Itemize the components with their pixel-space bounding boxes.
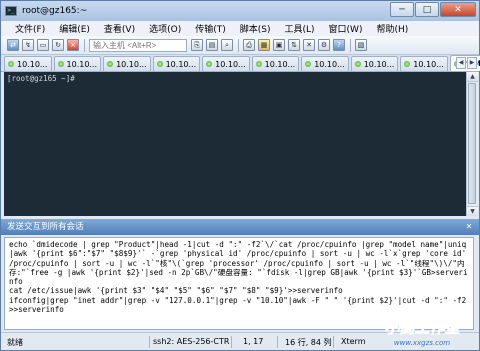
tab-label: 10.10... bbox=[165, 59, 197, 69]
terminal-scrollbar[interactable]: ▲ ▼ bbox=[466, 72, 478, 216]
watermark-title: 小高工作室 bbox=[384, 319, 462, 337]
session-tab[interactable]: 10.10... bbox=[400, 56, 448, 71]
status-size: 16 行, 84 列 bbox=[285, 338, 332, 347]
app-window: >_ root@gz165:~ ─ □ ✕ 文件(F) 编辑(E) 查看(V) … bbox=[0, 0, 480, 351]
session-tab[interactable]: 10.10... bbox=[53, 56, 102, 71]
status-dot-icon bbox=[255, 61, 262, 67]
print-icon[interactable]: ⎙ bbox=[243, 39, 255, 51]
session-tab[interactable]: 10.10... bbox=[202, 56, 250, 71]
tab-label: 10.10... bbox=[314, 59, 345, 69]
menu-transfer[interactable]: 传输(T) bbox=[195, 22, 226, 35]
menu-help[interactable]: 帮助(H) bbox=[376, 22, 408, 35]
copy-icon[interactable]: ⎘ bbox=[191, 39, 203, 51]
toolbar-separator bbox=[238, 38, 239, 52]
scroll-down-icon[interactable]: ▼ bbox=[467, 206, 478, 216]
watermark-logo: 小高工作室 www.xxgzs.com bbox=[384, 319, 463, 347]
session-tab-bar: 10.10... 10.10... 10.10... 10.10... 10.1… bbox=[1, 55, 480, 72]
session-tab[interactable]: 10.10... bbox=[251, 56, 300, 71]
toolbar-separator bbox=[350, 38, 351, 52]
shell-prompt: [root@gz165 ~]# bbox=[7, 74, 75, 83]
tab-scroll-right-icon[interactable]: ▶ bbox=[467, 57, 477, 69]
menu-file[interactable]: 文件(F) bbox=[15, 22, 45, 35]
global-options-icon[interactable]: ▣ bbox=[273, 39, 285, 51]
scrollbar-thumb[interactable] bbox=[468, 83, 476, 204]
status-separator bbox=[231, 336, 232, 348]
menu-tools[interactable]: 工具(L) bbox=[285, 22, 315, 35]
menu-window[interactable]: 窗口(W) bbox=[329, 22, 363, 35]
connect-tab-icon[interactable]: ▭ bbox=[37, 39, 49, 51]
tab-label: 10.10... bbox=[116, 59, 147, 69]
tab-scroll-buttons: ◀ ▶ bbox=[456, 57, 477, 69]
status-cursor-position: 1, 17 bbox=[243, 337, 264, 346]
compose-bar-header: 发送交互到所有会话 ✕ bbox=[1, 219, 479, 235]
tab-scroll-left-icon[interactable]: ◀ bbox=[456, 57, 466, 69]
host-input[interactable] bbox=[89, 38, 187, 52]
tab-label: 10.10... bbox=[413, 59, 444, 69]
quick-connect-icon[interactable]: ↯ bbox=[22, 39, 34, 51]
status-dot-icon bbox=[354, 61, 361, 67]
session-tab[interactable]: 10.10... bbox=[350, 56, 399, 71]
window-controls: ─ □ ✕ bbox=[390, 2, 476, 17]
status-terminal-type: Xterm bbox=[341, 337, 366, 346]
status-cipher: ssh2: AES-256-CTR bbox=[153, 337, 230, 346]
window-title: root@gz165:~ bbox=[22, 6, 88, 16]
toolbar-separator bbox=[84, 38, 85, 52]
status-separator bbox=[149, 336, 150, 348]
menu-edit[interactable]: 编辑(E) bbox=[59, 22, 90, 35]
close-button[interactable]: ✕ bbox=[440, 2, 476, 17]
settings-icon[interactable]: ⚙ bbox=[318, 39, 330, 51]
menu-view[interactable]: 查看(V) bbox=[104, 22, 135, 35]
status-dot-icon bbox=[404, 61, 411, 67]
sftp-icon[interactable]: ⇅ bbox=[288, 39, 300, 51]
tab-label: 10.10... bbox=[66, 59, 98, 69]
tab-label: 10.10... bbox=[215, 59, 246, 69]
session-tab[interactable]: 10.10... bbox=[152, 56, 201, 71]
status-separator bbox=[333, 336, 334, 348]
minimize-button[interactable]: ─ bbox=[390, 2, 414, 17]
keymap-icon[interactable]: ▧ bbox=[355, 39, 367, 51]
paste-icon[interactable]: ▤ bbox=[206, 39, 218, 51]
status-dot-icon bbox=[156, 61, 163, 67]
status-dot-icon bbox=[206, 61, 213, 67]
status-separator bbox=[277, 336, 278, 348]
status-dot-icon bbox=[8, 61, 14, 67]
session-options-icon[interactable]: ▦ bbox=[258, 39, 270, 51]
terminal-app-icon: >_ bbox=[5, 6, 17, 16]
find-icon[interactable]: ⌕ bbox=[221, 39, 233, 51]
scroll-up-icon[interactable]: ▲ bbox=[467, 72, 478, 82]
disconnect-icon[interactable]: × bbox=[67, 39, 79, 51]
tab-label: 10.10... bbox=[17, 59, 48, 69]
close-icon[interactable]: ✕ bbox=[464, 222, 474, 232]
tab-label: 10.10... bbox=[363, 59, 395, 69]
tools-icon[interactable]: ✕ bbox=[303, 39, 315, 51]
menu-script[interactable]: 脚本(S) bbox=[240, 22, 271, 35]
reconnect-icon[interactable]: ↻ bbox=[52, 39, 64, 51]
title-bar: >_ root@gz165:~ ─ □ ✕ bbox=[1, 1, 479, 21]
session-tab[interactable]: 10.10... bbox=[103, 56, 151, 71]
compose-bar-title: 发送交互到所有会话 bbox=[7, 222, 84, 232]
connect-icon[interactable]: ⇄ bbox=[7, 39, 19, 51]
status-ready: 就绪 bbox=[7, 338, 23, 347]
session-tab[interactable]: 10.10... bbox=[4, 56, 52, 71]
toolbar: ⇄ ↯ ▭ ↻ × ⎘ ▤ ⌕ ⎙ ▦ ▣ ⇅ ✕ ⚙ ? ▧ bbox=[1, 36, 479, 55]
tab-label: 10.10... bbox=[264, 59, 296, 69]
status-dot-icon bbox=[107, 61, 114, 67]
terminal-output[interactable]: [root@gz165 ~]# bbox=[4, 72, 466, 216]
maximize-button[interactable]: □ bbox=[415, 2, 439, 17]
watermark-url: www.xxgzs.com bbox=[394, 339, 450, 347]
menu-options[interactable]: 选项(O) bbox=[149, 22, 181, 35]
session-tab[interactable]: 10.10... bbox=[301, 56, 349, 71]
menu-bar: 文件(F) 编辑(E) 查看(V) 选项(O) 传输(T) 脚本(S) 工具(L… bbox=[1, 21, 479, 36]
status-dot-icon bbox=[57, 61, 64, 67]
status-dot-icon bbox=[305, 61, 312, 67]
help-icon[interactable]: ? bbox=[333, 39, 345, 51]
